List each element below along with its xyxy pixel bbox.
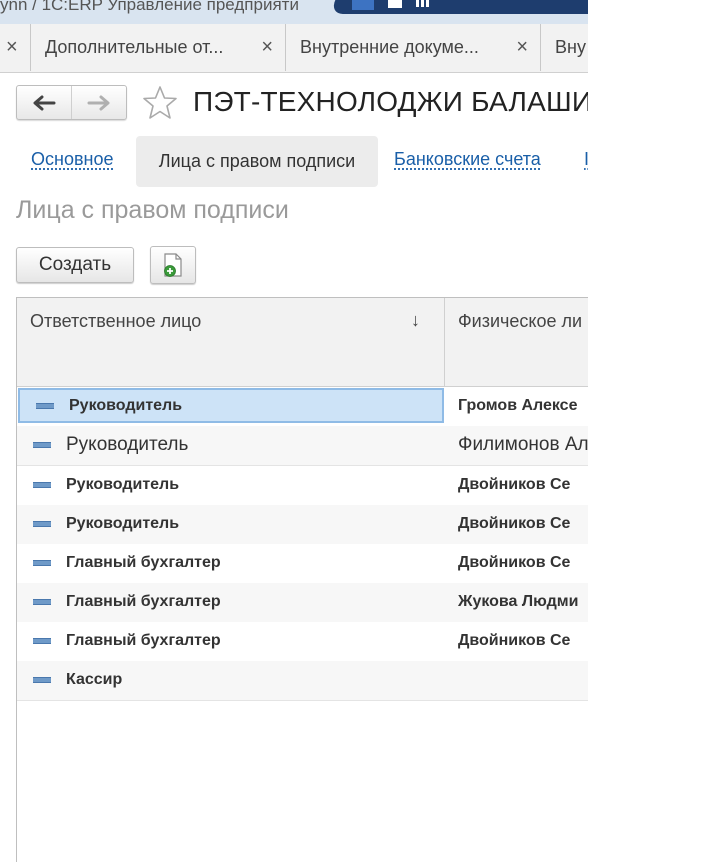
title-bar: ynn / 1С:ERP Управление предприяти [0, 0, 588, 24]
role-text: Главный бухгалтер [66, 554, 221, 571]
cell-person[interactable]: Двойников Се [445, 622, 588, 660]
arrow-right-icon [87, 95, 110, 110]
row-state-icon [36, 402, 54, 409]
cell-person[interactable]: Двойников Се [445, 505, 588, 543]
signers-table: Ответственное лицо ↓ Физическое ли Руков… [16, 297, 588, 862]
copy-button[interactable] [150, 246, 196, 284]
role-text: Руководитель [66, 434, 189, 455]
column-header-person[interactable]: Физическое ли [445, 298, 588, 386]
cell-responsible[interactable]: Главный бухгалтер [17, 544, 443, 582]
table-row[interactable]: Руководитель Громов Алексе [17, 387, 588, 427]
row-state-icon [33, 677, 51, 683]
cell-person[interactable]: Филимонов Ал [445, 426, 588, 464]
close-icon[interactable]: × [6, 36, 18, 59]
tab-label: Вну [555, 37, 586, 57]
section-heading: Лица с правом подписи [16, 196, 289, 224]
person-text: Двойников Се [458, 476, 571, 493]
table-row[interactable]: Руководитель Двойников Се [17, 466, 588, 506]
tab-label: Внутренние докуме... [300, 37, 479, 57]
arrow-left-icon [33, 95, 56, 110]
tab-main[interactable]: Основное [31, 149, 113, 170]
sort-down-icon: ↓ [411, 310, 420, 330]
close-icon[interactable]: × [516, 36, 528, 59]
row-state-icon [33, 521, 51, 527]
close-icon[interactable]: × [261, 36, 273, 59]
role-text: Главный бухгалтер [66, 632, 221, 649]
role-text: Главный бухгалтер [66, 593, 221, 610]
open-tab-0[interactable]: × [0, 24, 31, 71]
table-row[interactable]: Главный бухгалтер Двойников Се [17, 544, 588, 584]
table-row[interactable]: Руководитель Филимонов Ал [17, 426, 588, 466]
cell-responsible[interactable]: Руководитель [17, 466, 443, 504]
table-row[interactable]: Кассир [17, 661, 588, 701]
document-add-icon [164, 253, 182, 277]
table-row[interactable]: Главный бухгалтер Жукова Людми [17, 583, 588, 623]
cell-responsible[interactable]: Руководитель [18, 388, 444, 423]
role-text: Кассир [66, 671, 123, 688]
tab-label: Дополнительные от... [45, 37, 224, 57]
title-bar-icons [352, 0, 429, 14]
cell-responsible[interactable]: Руководитель [17, 426, 443, 464]
cell-person[interactable]: Двойников Се [445, 466, 588, 504]
table-row[interactable]: Руководитель Двойников Се [17, 505, 588, 545]
window-title: ynn / 1С:ERP Управление предприяти [0, 0, 299, 14]
open-tab-3[interactable]: Вну [541, 24, 588, 71]
cell-responsible[interactable]: Главный бухгалтер [17, 583, 443, 621]
history-nav [16, 85, 127, 120]
open-tabs-bar: × Дополнительные от... × Внутренние доку… [0, 24, 588, 73]
role-text: Руководитель [66, 515, 180, 532]
cell-responsible[interactable]: Руководитель [17, 505, 443, 543]
role-text: Руководитель [69, 396, 183, 414]
row-state-icon [33, 638, 51, 644]
stats-icon[interactable] [416, 0, 429, 14]
table-row[interactable]: Главный бухгалтер Двойников Се [17, 622, 588, 662]
cell-person[interactable]: Двойников Се [445, 544, 588, 582]
person-text: Двойников Се [458, 632, 571, 649]
cell-responsible[interactable]: Главный бухгалтер [17, 622, 443, 660]
row-state-icon [33, 599, 51, 605]
open-tab-additional[interactable]: Дополнительные от... × [31, 24, 286, 71]
forward-button[interactable] [72, 86, 126, 119]
person-text: Громов Алексе [458, 397, 578, 414]
page-title: ПЭТ-ТЕХНОЛОДЖИ БАЛАШИХ [193, 86, 588, 117]
row-state-icon [33, 482, 51, 488]
menu-button[interactable] [352, 0, 374, 10]
star-icon[interactable] [141, 84, 179, 122]
cell-person[interactable]: Громов Алексе [445, 387, 588, 425]
tab-signers[interactable]: Лица с правом подписи [136, 136, 378, 187]
row-state-icon [33, 442, 51, 448]
cell-responsible[interactable]: Кассир [17, 661, 443, 699]
person-text: Филимонов Ал [458, 434, 588, 455]
row-state-icon [33, 560, 51, 566]
person-text: Двойников Се [458, 554, 571, 571]
person-text: Двойников Се [458, 515, 571, 532]
table-header: Ответственное лицо ↓ Физическое ли [17, 298, 588, 387]
window-icon[interactable] [388, 0, 402, 8]
person-text: Жукова Людми [458, 593, 579, 610]
tab-more[interactable]: I [584, 149, 588, 170]
app-window: ynn / 1С:ERP Управление предприяти × Доп… [0, 0, 588, 862]
back-button[interactable] [17, 86, 72, 119]
open-tab-internal-docs[interactable]: Внутренние докуме... × [286, 24, 541, 71]
cell-person[interactable] [445, 661, 588, 699]
role-text: Руководитель [66, 476, 180, 493]
column-header-responsible[interactable]: Ответственное лицо ↓ [17, 298, 445, 386]
create-button[interactable]: Создать [16, 247, 134, 283]
tab-bank-accounts[interactable]: Банковские счета [394, 149, 541, 170]
cell-person[interactable]: Жукова Людми [445, 583, 588, 621]
